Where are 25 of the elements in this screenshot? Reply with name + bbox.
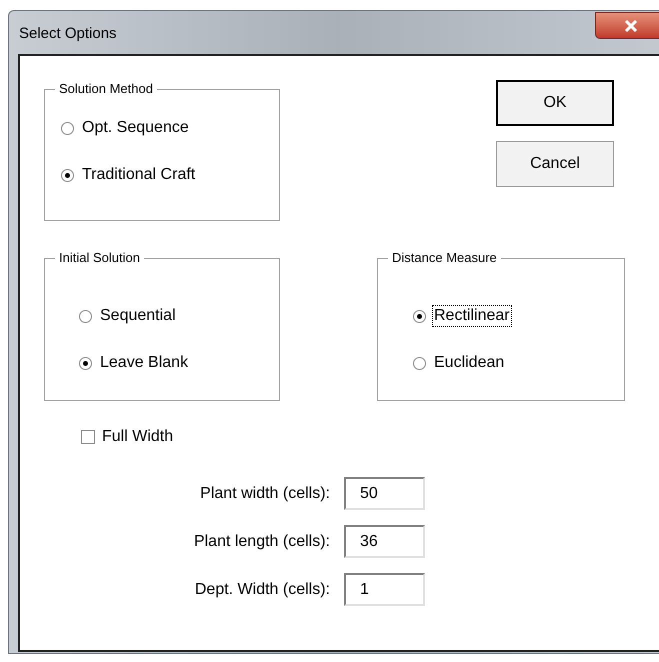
radio-label[interactable]: Sequential bbox=[99, 306, 177, 326]
input-field[interactable]: 1 bbox=[344, 573, 425, 606]
dialog-button[interactable]: Cancel bbox=[496, 141, 614, 187]
radio-button[interactable] bbox=[61, 122, 74, 134]
radio-label[interactable]: Opt. Sequence bbox=[81, 118, 190, 138]
dialog-button[interactable]: OK bbox=[496, 80, 614, 126]
input-field[interactable]: 36 bbox=[344, 525, 425, 558]
window-title: Select Options bbox=[19, 24, 117, 44]
radio-button[interactable] bbox=[61, 168, 74, 182]
checkbox[interactable] bbox=[81, 430, 95, 444]
input-field[interactable]: 50 bbox=[344, 477, 425, 510]
checkbox-label[interactable]: Full Width bbox=[102, 427, 174, 447]
radio-button[interactable] bbox=[413, 310, 426, 322]
field-label: Dept. Width (cells): bbox=[194, 580, 330, 600]
close-button[interactable] bbox=[595, 12, 659, 39]
radio-label[interactable]: Euclidean bbox=[433, 353, 506, 373]
radio-label[interactable]: Leave Blank bbox=[99, 353, 190, 373]
field-label: Plant length (cells): bbox=[192, 532, 330, 552]
radio-label[interactable]: Rectilinear bbox=[433, 306, 511, 326]
field-label: Plant width (cells): bbox=[199, 484, 330, 504]
close-icon bbox=[624, 20, 638, 32]
radio-button[interactable] bbox=[79, 356, 92, 370]
radio-label[interactable]: Traditional Craft bbox=[81, 165, 196, 185]
radio-button[interactable] bbox=[413, 356, 426, 370]
radio-button[interactable] bbox=[79, 310, 92, 322]
